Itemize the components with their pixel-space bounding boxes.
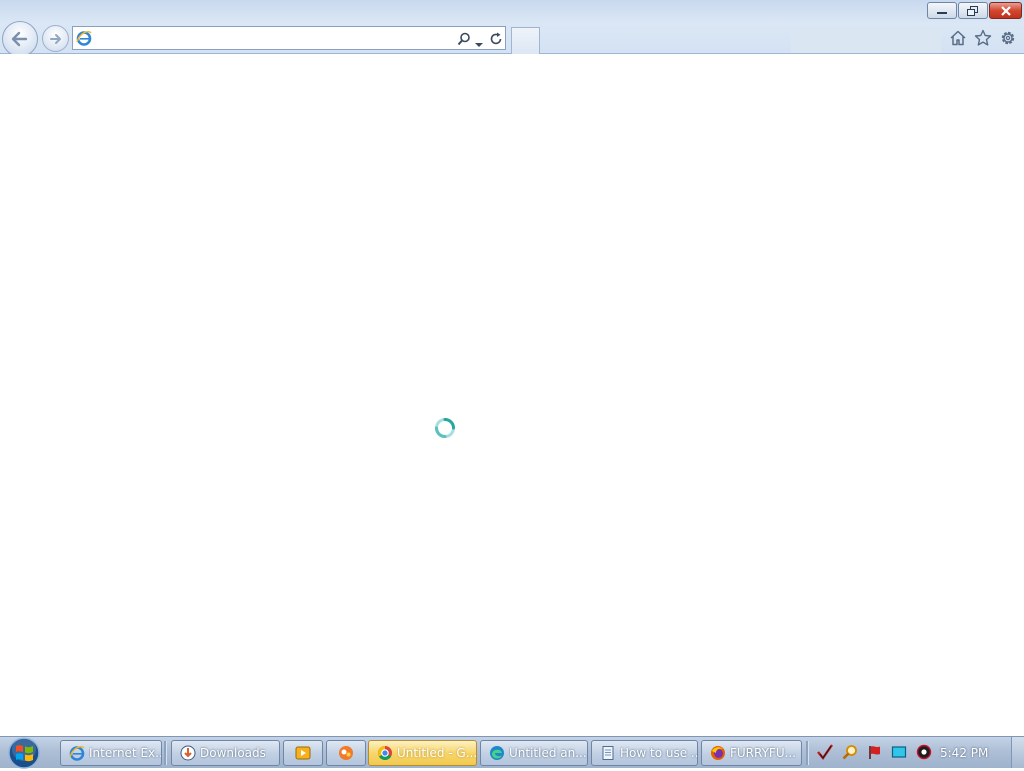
taskbar-item-media-player[interactable] [283, 740, 323, 766]
chrome-icon [377, 745, 393, 761]
close-icon [1000, 5, 1011, 16]
checkmark-tray-icon[interactable] [817, 744, 833, 760]
forward-arrow-icon [49, 33, 61, 44]
back-button[interactable] [2, 21, 38, 57]
taskbar-item-label: Downloads [200, 746, 266, 760]
taskbar-item-label: Untitled an... [509, 746, 587, 760]
ie-icon [69, 745, 85, 761]
browser-chrome [0, 0, 1024, 57]
search-icon[interactable] [457, 31, 471, 50]
downloads-folder-icon [180, 745, 196, 761]
show-desktop-button[interactable] [1011, 737, 1024, 768]
refresh-icon[interactable] [489, 31, 503, 50]
restore-icon [967, 5, 978, 16]
edge-icon [489, 745, 505, 761]
taskbar-item-label: Untitled - G... [397, 746, 476, 760]
taskbar-item-app[interactable] [326, 740, 366, 766]
taskbar-item-label: How to use ... [620, 746, 697, 760]
taskbar-item-internet-explorer[interactable]: Internet Ex... [60, 740, 162, 766]
toolbar-blank-area [791, 27, 941, 53]
page-content [0, 54, 1024, 736]
firefox-icon [710, 745, 726, 761]
new-tab-button[interactable] [511, 27, 540, 54]
taskbar-item-notepad[interactable]: How to use ... [591, 740, 698, 766]
minimize-button[interactable] [927, 2, 957, 19]
taskbar-item-downloads[interactable]: Downloads [171, 740, 280, 766]
minimize-icon [937, 11, 947, 14]
windows-logo-icon [8, 737, 40, 769]
taskbar-item-label: FURRYFU... [730, 746, 797, 760]
notepad-icon [600, 745, 616, 761]
taskbar: Internet Ex... Downloads Untitled - G...… [0, 735, 1024, 771]
taskbar-item-label: Internet Ex... [89, 746, 161, 760]
loading-spinner-icon [433, 416, 457, 444]
media-player-icon [295, 745, 311, 761]
clock[interactable]: 5:42 PM [940, 746, 988, 760]
address-input[interactable] [97, 29, 437, 47]
chevron-down-icon[interactable] [475, 33, 483, 52]
taskbar-item-edge[interactable]: Untitled an... [480, 740, 588, 766]
back-arrow-icon [11, 31, 28, 47]
start-button[interactable] [4, 735, 44, 771]
home-icon[interactable] [948, 28, 968, 48]
app-icon [338, 745, 354, 761]
gear-icon[interactable] [998, 28, 1018, 48]
display-tray-icon[interactable] [891, 744, 907, 760]
taskbar-separator [164, 741, 167, 765]
window-controls [927, 2, 1022, 19]
forward-button[interactable] [42, 25, 69, 52]
search-tray-icon[interactable] [842, 744, 858, 760]
close-button[interactable] [989, 2, 1022, 19]
address-bar[interactable] [72, 26, 506, 50]
favorites-star-icon[interactable] [973, 28, 993, 48]
taskbar-item-chrome[interactable]: Untitled - G... [368, 740, 477, 766]
audio-tray-icon[interactable] [916, 744, 932, 760]
restore-button[interactable] [958, 2, 988, 19]
flag-tray-icon[interactable] [867, 744, 883, 760]
ie-page-icon [76, 30, 92, 50]
taskbar-item-firefox[interactable]: FURRYFU... [701, 740, 802, 766]
